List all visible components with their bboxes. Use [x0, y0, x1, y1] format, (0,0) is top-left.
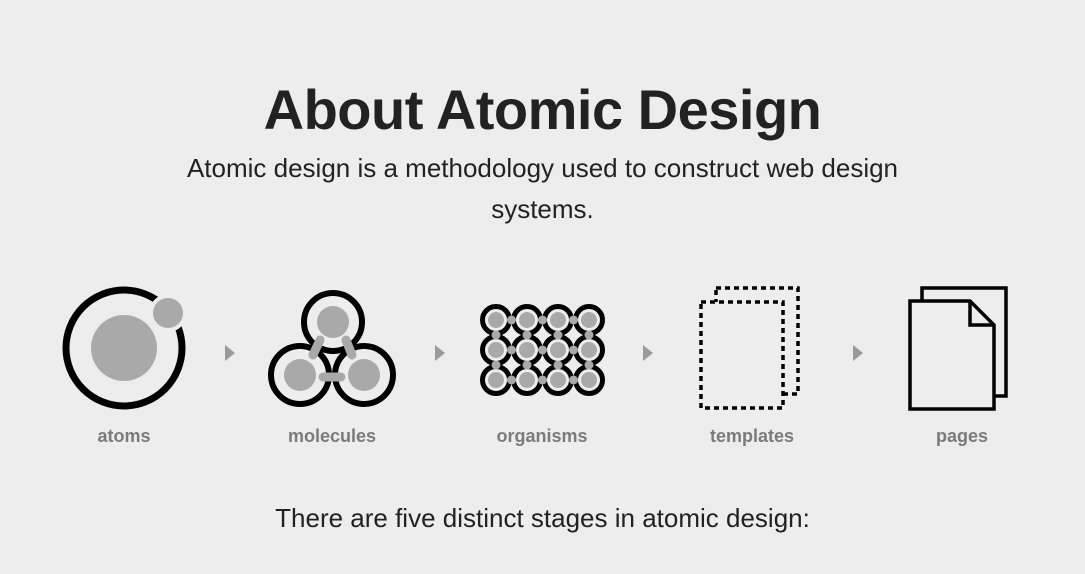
- stage-label-templates: templates: [709, 426, 795, 446]
- molecule-icon: [268, 290, 396, 407]
- stage-label-molecules: molecules: [287, 426, 377, 446]
- organism-link: [584, 330, 594, 340]
- organism-link: [553, 330, 563, 340]
- organism-link: [569, 315, 578, 325]
- organism-nucleus: [550, 372, 566, 388]
- organism-link: [538, 345, 547, 355]
- organism-icon: [480, 304, 605, 396]
- page-title: About Atomic Design: [263, 78, 822, 141]
- organism-link: [507, 375, 516, 385]
- organism-link: [507, 315, 516, 325]
- organism-link: [569, 375, 578, 385]
- triangle-right-icon: [853, 345, 863, 361]
- atom-icon: [62, 286, 187, 410]
- organism-nucleus: [488, 372, 504, 388]
- organism-nucleus: [519, 312, 535, 328]
- organism-nucleus: [488, 312, 504, 328]
- template-icon: [699, 286, 800, 410]
- pages-icon: [908, 286, 1008, 411]
- organism-nucleus: [581, 372, 597, 388]
- intro-text: Atomic design is a methodology used to c…: [186, 153, 899, 224]
- stages-intro-text: There are five distinct stages in atomic…: [275, 503, 810, 533]
- organism-nucleus: [519, 342, 535, 358]
- organism-link: [553, 360, 563, 370]
- stage-label-pages: pages: [935, 426, 989, 446]
- triangle-right-icon: [435, 345, 445, 361]
- organism-link: [522, 330, 532, 340]
- organism-nucleus: [581, 342, 597, 358]
- organism-link: [522, 360, 532, 370]
- organism-link: [569, 345, 578, 355]
- triangle-right-icon: [643, 345, 653, 361]
- organism-link: [584, 360, 594, 370]
- organism-nucleus: [550, 342, 566, 358]
- triangle-right-icon: [225, 345, 235, 361]
- organism-link: [538, 375, 547, 385]
- organism-nucleus: [488, 342, 504, 358]
- organism-nucleus: [550, 312, 566, 328]
- stage-label-atoms: atoms: [97, 426, 151, 446]
- stage-label-organisms: organisms: [496, 426, 588, 446]
- organism-link: [491, 360, 501, 370]
- organism-nucleus: [581, 312, 597, 328]
- organism-link: [538, 315, 547, 325]
- organism-link: [507, 345, 516, 355]
- stages-diagram: atoms molecules organisms templates page…: [0, 280, 1085, 455]
- organism-nucleus: [519, 372, 535, 388]
- organism-link: [491, 330, 501, 340]
